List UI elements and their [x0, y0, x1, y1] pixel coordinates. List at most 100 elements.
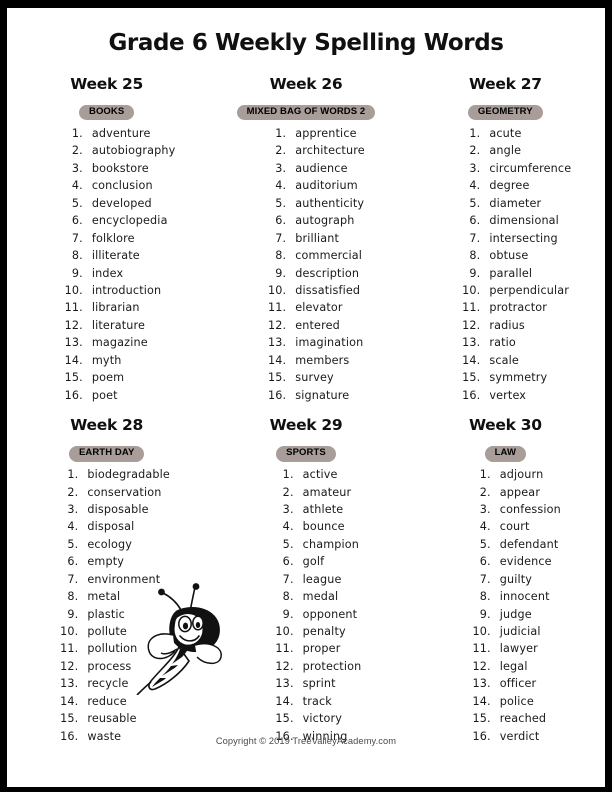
list-number: 12. — [472, 659, 491, 673]
list-item: 9. plastic — [57, 608, 170, 625]
list-number: 10. — [267, 283, 287, 297]
list-number: 15. — [267, 371, 287, 385]
list-number: 3. — [275, 161, 287, 175]
spelling-word: survey — [295, 371, 334, 385]
word-list: 1. adventure 2. autobiography 3. bookstore … — [62, 127, 176, 406]
page-border-left — [0, 0, 7, 792]
spelling-word: literature — [91, 318, 146, 332]
spelling-word: acute — [489, 127, 522, 141]
status-badge: SPORTS — [276, 446, 336, 462]
list-item: 2. angle — [459, 144, 571, 161]
list-number: 16. — [267, 388, 287, 402]
week-row-top: Week 25 BOOKS 1. adventure 2. autobiograph… — [7, 75, 605, 406]
list-item: 1. apprentice — [265, 127, 365, 144]
spelling-word: apprentice — [295, 127, 357, 141]
word-list: 1. active 2. amateur 3. athlete 4. bounce 5.… — [273, 468, 362, 747]
list-item: 12. radius — [459, 319, 571, 336]
list-item: 3. athlete — [273, 503, 362, 520]
list-number: 9. — [282, 607, 294, 621]
status-badge: EARTH DAY — [68, 446, 145, 462]
list-item: 10. pollute — [57, 625, 170, 642]
spelling-word: opponent — [302, 607, 358, 621]
list-number: 5. — [469, 196, 481, 210]
list-item: 7. environment — [57, 573, 170, 590]
spelling-word: lawyer — [499, 642, 538, 656]
list-item: 9. parallel — [459, 267, 571, 284]
spelling-word: ecology — [87, 537, 132, 551]
list-item: 11. proper — [273, 642, 362, 659]
list-number: 15. — [64, 371, 83, 385]
spelling-word: ratio — [489, 336, 516, 350]
list-item: 4. disposal — [57, 520, 170, 537]
list-number: 14. — [462, 353, 481, 367]
list-number: 5. — [71, 196, 83, 210]
week-column-30: Week 30 LAW 1. adjourn 2. appear 3. confess… — [406, 416, 605, 747]
list-item: 5. authenticity — [265, 197, 365, 214]
spelling-word: process — [87, 659, 132, 673]
list-item: 5. champion — [273, 538, 362, 555]
list-number: 1. — [275, 127, 287, 141]
list-number: 11. — [472, 642, 491, 656]
list-item: 4. bounce — [273, 520, 362, 537]
spelling-word: developed — [91, 196, 152, 210]
list-number: 5. — [67, 537, 79, 551]
list-number: 6. — [275, 214, 287, 228]
spelling-word: conservation — [87, 485, 162, 499]
list-item: 12. legal — [470, 660, 561, 677]
list-number: 8. — [71, 249, 83, 263]
list-number: 15. — [60, 712, 79, 726]
list-item: 11. pollution — [57, 642, 170, 659]
category-badge-row: BOOKS — [7, 99, 206, 121]
spelling-word: appear — [499, 485, 541, 499]
list-number: 6. — [469, 214, 481, 228]
spelling-word: officer — [499, 677, 537, 691]
spelling-word: defendant — [499, 537, 559, 551]
list-item: 9. judge — [470, 608, 561, 625]
spelling-word: track — [302, 694, 332, 708]
spelling-word: autobiography — [91, 144, 176, 158]
list-item: 6. encyclopedia — [62, 214, 176, 231]
list-number: 7. — [469, 231, 481, 245]
spelling-word: disposable — [87, 502, 149, 516]
spelling-word: imagination — [295, 336, 364, 350]
list-item: 13. sprint — [273, 677, 362, 694]
spelling-word: encyclopedia — [91, 214, 168, 228]
spelling-word: environment — [87, 572, 161, 586]
list-number: 4. — [282, 520, 294, 534]
list-number: 12. — [275, 659, 294, 673]
spelling-word: illiterate — [91, 249, 140, 263]
spelling-word: degree — [489, 179, 530, 193]
list-number: 10. — [472, 625, 491, 639]
spelling-word: dissatisfied — [295, 283, 361, 297]
list-item: 13. imagination — [265, 336, 365, 353]
spelling-word: intersecting — [489, 231, 558, 245]
list-number: 11. — [64, 301, 83, 315]
spelling-word: commercial — [295, 249, 362, 263]
spelling-word: confession — [499, 502, 561, 516]
list-number: 15. — [275, 712, 294, 726]
list-number: 9. — [67, 607, 79, 621]
spelling-word: athlete — [302, 502, 344, 516]
list-item: 2. appear — [470, 486, 561, 503]
list-number: 1. — [71, 127, 83, 141]
spelling-word: magazine — [91, 336, 148, 350]
list-number: 14. — [472, 694, 491, 708]
copyright-footer: Copyright © 2019 TreeValleyAcademy.com — [215, 736, 397, 746]
list-item: 7. league — [273, 573, 362, 590]
list-number: 11. — [60, 642, 79, 656]
list-number: 11. — [462, 301, 481, 315]
spelling-word: reusable — [87, 712, 137, 726]
list-number: 3. — [71, 161, 83, 175]
list-number: 8. — [469, 249, 481, 263]
list-item: 14. members — [265, 354, 365, 371]
list-number: 13. — [60, 677, 79, 691]
list-item: 3. disposable — [57, 503, 170, 520]
list-number: 7. — [479, 572, 491, 586]
spelling-word: auditorium — [295, 179, 358, 193]
page-border-top — [0, 0, 612, 8]
list-number: 1. — [282, 468, 294, 482]
list-item: 2. architecture — [265, 144, 365, 161]
list-item: 7. brilliant — [265, 232, 365, 249]
spelling-word: protection — [302, 659, 362, 673]
spelling-word: reached — [499, 712, 547, 726]
